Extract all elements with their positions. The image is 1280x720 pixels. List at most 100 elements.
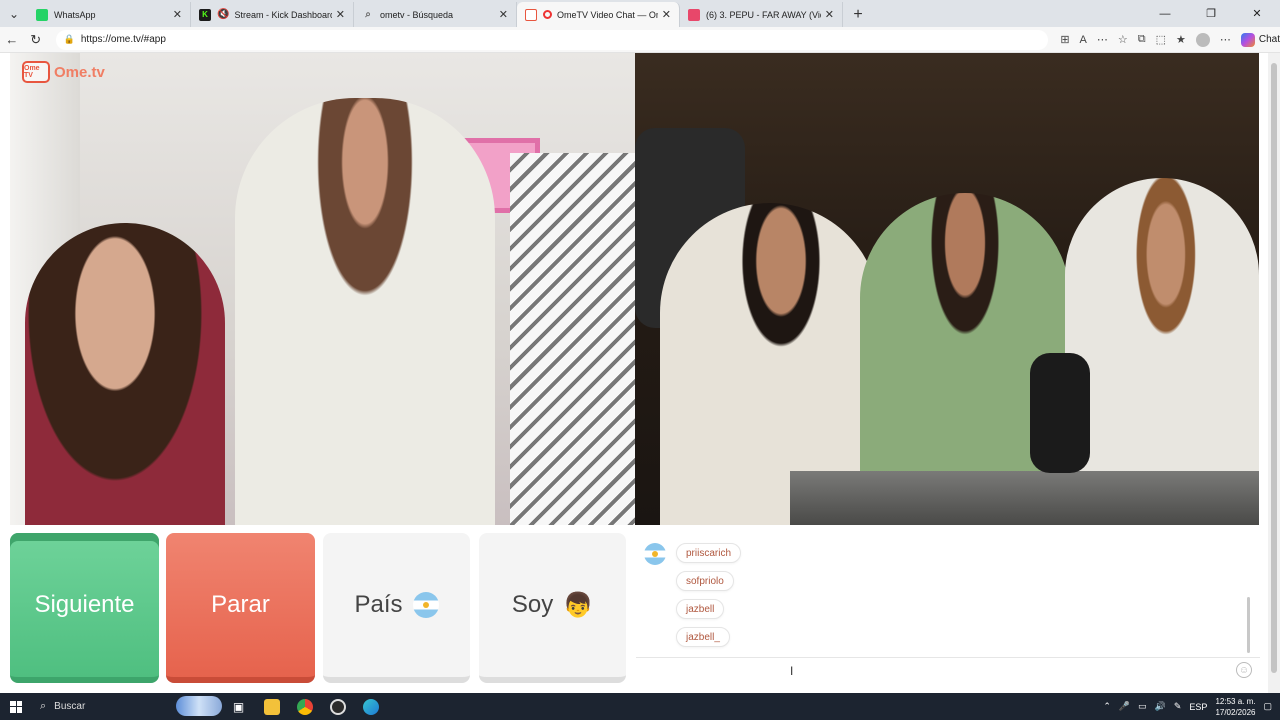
settings-more-icon[interactable]: ⋯: [1220, 33, 1231, 46]
chat-message-input[interactable]: I ☺: [636, 657, 1260, 683]
address-bar: ← ↻ 🔒 https://ome.tv/#app ⊞ A ⋯ ☆ ⧉ ⬚ ★ …: [0, 27, 1280, 53]
app-available-icon[interactable]: ⊞: [1060, 33, 1069, 46]
gender-label: Soy: [511, 591, 554, 618]
ometv-logo-icon: Ome TV: [22, 61, 50, 83]
taskbar-search[interactable]: ⌕ Buscar: [32, 693, 222, 720]
start-button[interactable]: [0, 693, 32, 720]
close-tab-icon[interactable]: ✕: [499, 8, 508, 21]
search-icon: ⌕: [40, 700, 47, 712]
windows-logo-icon: [10, 700, 22, 713]
search-label: Buscar: [54, 701, 86, 712]
browser-tab-strip: ⌄ WhatsApp ✕ K 🔇 Stream - Kick Dashboard…: [0, 0, 1280, 27]
tab-title: (6) 3. PEPU - FAR AWAY (Video Ofi: [706, 9, 821, 20]
favorite-icon[interactable]: ☆: [1118, 33, 1128, 46]
window-controls: — ❐ ✕: [1142, 0, 1280, 27]
ometv-logo: Ome TV Ome.tv: [22, 61, 105, 83]
boy-emoji-icon: 👦: [563, 591, 594, 619]
search-highlight-image: [176, 696, 222, 716]
desk-monitor-shape: [790, 471, 1259, 525]
person-shape: [235, 98, 495, 525]
tab-kick-dashboard[interactable]: K 🔇 Stream - Kick Dashboard ✕: [191, 2, 354, 27]
favorites-icon[interactable]: ★: [1176, 33, 1186, 46]
close-tab-icon[interactable]: ✕: [336, 8, 345, 21]
site-info-icon[interactable]: 🔒: [64, 34, 75, 45]
local-video: Ome TV Ome.tv: [10, 53, 635, 525]
obs-icon[interactable]: [321, 693, 354, 720]
clock-time: 12:53 a. m.: [1215, 696, 1256, 706]
youtube-icon: [688, 8, 700, 21]
windows-taskbar: ⌕ Buscar ▣ ⌃ 🎤 ▭ 🔊 ✎ ESP 12:53 a. m. 17/…: [0, 693, 1280, 720]
tab-youtube[interactable]: (6) 3. PEPU - FAR AWAY (Video Ofi ✕: [680, 2, 843, 27]
pen-icon[interactable]: ✎: [1174, 701, 1182, 712]
back-icon[interactable]: ←: [0, 28, 24, 52]
chat-message[interactable]: jazbell_: [676, 627, 730, 647]
copilot-icon: [1240, 32, 1255, 47]
browser-toolbar-icons: ⊞ A ⋯ ☆ ⧉ ⬚ ★ ⋯ Chat: [1060, 32, 1280, 47]
ometv-icon: [525, 8, 537, 21]
translate-icon[interactable]: A: [1080, 34, 1087, 46]
close-tab-icon[interactable]: ✕: [825, 8, 834, 21]
close-window-icon[interactable]: ✕: [1234, 0, 1280, 27]
edge-icon[interactable]: [354, 693, 387, 720]
muted-speaker-icon[interactable]: 🔇: [217, 9, 229, 20]
country-label: País: [354, 591, 403, 618]
task-view-icon[interactable]: ▣: [222, 693, 255, 720]
ometv-logo-text: Ome.tv: [54, 63, 105, 81]
tab-title: ometv - Búsqueda: [380, 9, 454, 20]
person-shape: [25, 223, 225, 525]
close-tab-icon[interactable]: ✕: [173, 8, 182, 21]
tab-whatsapp[interactable]: WhatsApp ✕: [28, 2, 191, 27]
clock[interactable]: 12:53 a. m. 17/02/2026: [1215, 696, 1255, 718]
chat-panel: priiscarich sofpriolo jazbell jazbell_ I…: [636, 525, 1260, 683]
minimize-icon[interactable]: —: [1142, 0, 1188, 27]
country-selector[interactable]: País: [323, 533, 470, 683]
extensions-puzzle-icon[interactable]: ⬚: [1156, 33, 1166, 46]
search-icon: ⌕: [365, 9, 371, 20]
refresh-icon[interactable]: ↻: [24, 28, 48, 52]
chat-scrollbar[interactable]: [1247, 597, 1250, 653]
restore-icon[interactable]: ❐: [1188, 0, 1234, 27]
tab-title: OmeTV Video Chat — Omeg: [557, 9, 658, 20]
ometv-app: Ome TV Ome.tv Siguiente Parar País Soy 👦…: [0, 53, 1268, 693]
page-scrollbar[interactable]: [1268, 53, 1280, 693]
extensions-icon[interactable]: ⧉: [1138, 33, 1146, 46]
url-text: https://ome.tv/#app: [80, 34, 166, 45]
chrome-icon[interactable]: [288, 693, 321, 720]
chat-message[interactable]: sofpriolo: [676, 571, 734, 591]
chat-message[interactable]: jazbell: [676, 599, 725, 619]
file-explorer-icon[interactable]: [255, 693, 288, 720]
microphone-icon[interactable]: 🎤: [1119, 701, 1130, 712]
recording-icon: [543, 10, 552, 19]
whatsapp-icon: [36, 8, 48, 21]
close-tab-icon[interactable]: ✕: [662, 8, 671, 21]
scrollbar-thumb[interactable]: [1271, 63, 1277, 673]
argentina-flag-icon: [644, 543, 666, 565]
new-tab-icon[interactable]: +: [843, 2, 873, 27]
zigzag-wall-shape: [510, 153, 635, 525]
clock-date: 17/02/2026: [1215, 707, 1256, 717]
notifications-icon[interactable]: ▢: [1263, 701, 1272, 712]
show-hidden-icons-icon[interactable]: ⌃: [1103, 701, 1111, 712]
next-button[interactable]: Siguiente: [10, 533, 159, 683]
argentina-flag-icon: [412, 592, 439, 618]
kick-icon: K: [199, 8, 211, 21]
emoji-picker-icon[interactable]: ☺: [1236, 662, 1252, 678]
remote-video: [635, 53, 1259, 525]
system-tray: ⌃ 🎤 ▭ 🔊 ✎ ESP 12:53 a. m. 17/02/2026 ▢: [1103, 693, 1280, 720]
copilot-chat-button[interactable]: Chat: [1240, 32, 1280, 47]
chat-message[interactable]: priiscarich: [676, 543, 742, 563]
language-indicator[interactable]: ESP: [1189, 702, 1207, 712]
tab-actions-menu-icon[interactable]: ⌄: [0, 0, 28, 27]
stop-button[interactable]: Parar: [166, 533, 315, 683]
tab-search[interactable]: ⌕ ometv - Búsqueda ✕: [354, 2, 517, 27]
tab-title: Stream - Kick Dashboard: [234, 9, 332, 20]
network-icon[interactable]: ▭: [1138, 701, 1147, 712]
chat-button-label: Chat: [1258, 34, 1280, 45]
url-field[interactable]: 🔒 https://ome.tv/#app: [55, 29, 1049, 50]
more-tools-icon[interactable]: ⋯: [1097, 33, 1108, 46]
tab-ometv[interactable]: OmeTV Video Chat — Omeg ✕: [517, 2, 680, 27]
profile-avatar-icon[interactable]: [1195, 32, 1210, 47]
microphone-shape: [1030, 353, 1090, 473]
volume-icon[interactable]: 🔊: [1155, 701, 1166, 712]
gender-selector[interactable]: Soy 👦: [479, 533, 626, 683]
